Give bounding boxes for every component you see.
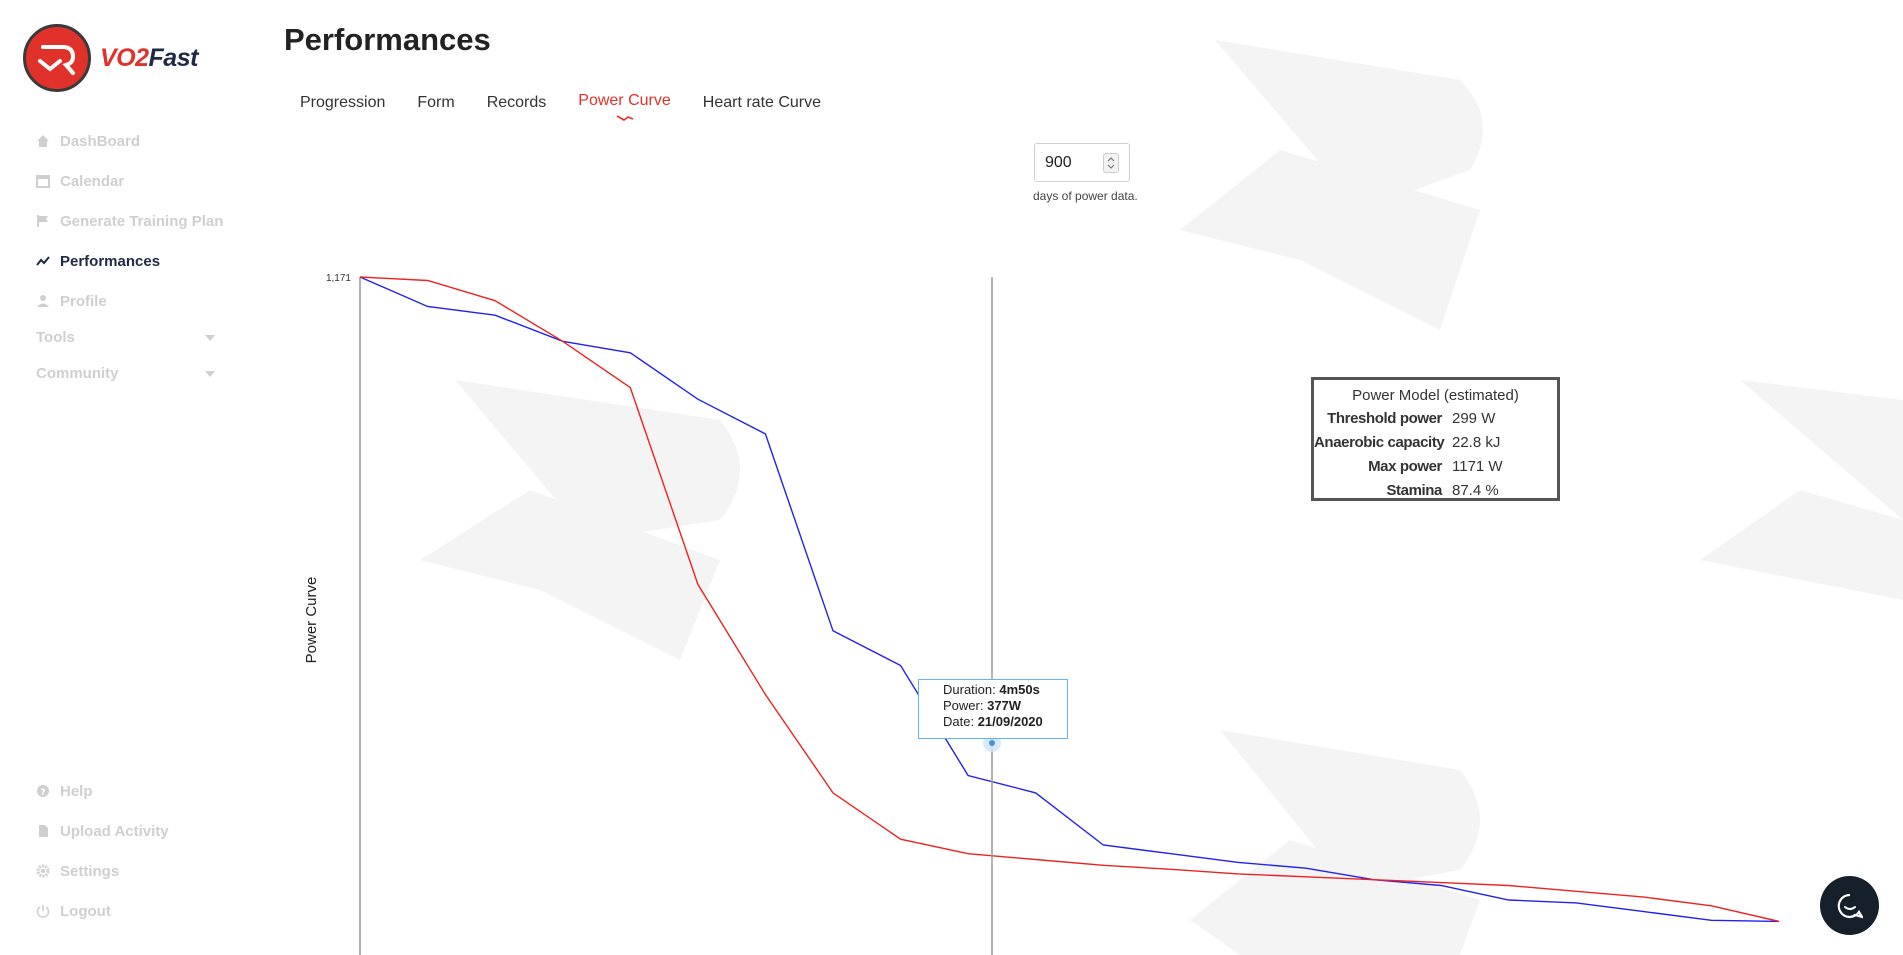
power-model-key: Anaerobic capacity [1314, 434, 1445, 451]
model-curve-series-line [359, 276, 1780, 923]
power-icon [36, 905, 50, 918]
power-curve-chart[interactable]: 1,171 Power Curve [296, 255, 1796, 955]
user-icon [37, 295, 49, 307]
tooltip-duration: Duration: 4m50s [943, 682, 1040, 697]
power-model-key: Max power [1368, 458, 1442, 475]
spinner-icon[interactable] [1103, 153, 1119, 173]
power-curve-series-line [359, 276, 1780, 923]
chevron-down-icon [205, 370, 215, 377]
sidebar-item-dashboard[interactable]: DashBoard [36, 130, 140, 152]
gear-icon [36, 864, 50, 878]
power-model-row: Anaerobic capacity 22.8 kJ [1314, 431, 1557, 455]
sidebar-item-performances[interactable]: Performances [36, 250, 160, 272]
tooltip-power: Power: 377W [943, 698, 1022, 713]
sidebar-item-label: Calendar [60, 172, 125, 190]
tab-records[interactable]: Records [487, 94, 547, 112]
page-title: Performances [284, 22, 491, 57]
power-model-row: Threshold power 299 W [1314, 407, 1557, 431]
power-model-title: Power Model (estimated) [1352, 387, 1519, 404]
power-model-key: Stamina [1386, 482, 1442, 499]
svg-text:?: ? [40, 788, 45, 798]
sidebar-section-label: Community [36, 365, 119, 382]
power-model-box: Power Model (estimated) Threshold power … [1311, 377, 1560, 501]
sidebar-item-help[interactable]: ? Help [36, 780, 93, 802]
power-model-value: 87.4 % [1452, 482, 1499, 499]
sidebar-item-label: Generate Training Plan [60, 212, 224, 230]
app-logo[interactable]: VO2Fast [23, 24, 198, 92]
sidebar-item-settings[interactable]: Settings [36, 860, 119, 882]
chart-tooltip: Duration: 4m50s Power: 377W Date: 21/09/… [918, 679, 1068, 739]
sidebar-item-profile[interactable]: Profile [36, 290, 107, 312]
app-name: VO2Fast [100, 43, 198, 72]
logo-mark-icon [23, 24, 91, 92]
sidebar-item-label: Profile [60, 292, 107, 310]
flag-icon [37, 215, 48, 227]
active-tab-indicator [616, 115, 633, 121]
sidebar-item-label: Settings [60, 862, 120, 880]
power-model-row: Max power 1171 W [1314, 455, 1557, 479]
home-icon [37, 135, 49, 147]
sidebar-section-tools[interactable]: Tools [36, 329, 221, 346]
help-icon: ? [37, 785, 49, 798]
chat-button[interactable] [1820, 876, 1879, 935]
y-axis-label: Power Curve [303, 577, 320, 664]
sidebar-item-label: Logout [60, 902, 111, 920]
y-tick-label: 1,171 [326, 273, 351, 284]
power-model-value: 22.8 kJ [1452, 434, 1501, 451]
days-input-label: days of power data. [1033, 189, 1138, 203]
sidebar-item-label: Upload Activity [60, 822, 169, 840]
highlight-point[interactable] [989, 740, 995, 746]
sidebar-item-calendar[interactable]: Calendar [36, 170, 124, 192]
power-model-value: 1171 W [1452, 458, 1503, 475]
chat-icon [1837, 893, 1863, 918]
power-model-value: 299 W [1452, 410, 1496, 427]
days-input[interactable]: 900 [1034, 143, 1130, 182]
sidebar-item-label: Help [60, 782, 93, 800]
tab-progression[interactable]: Progression [300, 94, 385, 112]
sidebar-item-label: DashBoard [60, 132, 141, 150]
days-input-value: 900 [1045, 153, 1072, 171]
sidebar-section-label: Tools [36, 329, 75, 346]
tab-heart-rate-curve[interactable]: Heart rate Curve [703, 94, 821, 112]
sidebar-item-generate-training-plan[interactable]: Generate Training Plan [36, 210, 223, 232]
sidebar-item-logout[interactable]: Logout [36, 900, 111, 922]
sidebar: VO2Fast DashBoard Calendar Generate Trai… [0, 0, 260, 955]
calendar-icon [36, 175, 50, 188]
performance-tabs: Progression Form Records Power Curve Hea… [300, 92, 853, 121]
chevron-down-icon [205, 334, 215, 341]
tab-power-curve[interactable]: Power Curve [578, 92, 671, 121]
tab-form[interactable]: Form [417, 94, 454, 112]
sidebar-section-community[interactable]: Community [36, 365, 221, 382]
sidebar-item-label: Performances [60, 252, 161, 270]
power-model-key: Threshold power [1327, 410, 1442, 427]
sidebar-item-upload-activity[interactable]: Upload Activity [36, 820, 169, 842]
trend-icon [36, 256, 50, 266]
tooltip-date: Date: 21/09/2020 [943, 714, 1043, 729]
file-icon [39, 825, 48, 837]
power-model-row: Stamina 87.4 % [1314, 479, 1557, 503]
